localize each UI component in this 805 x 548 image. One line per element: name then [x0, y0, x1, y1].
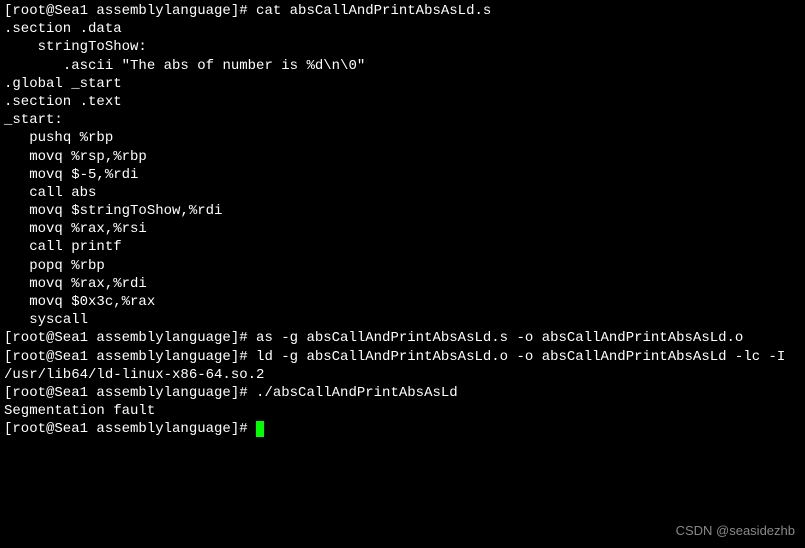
- terminal-output[interactable]: [root@Sea1 assemblylanguage]# cat absCal…: [4, 2, 801, 439]
- terminal-line: pushq %rbp: [4, 129, 801, 147]
- watermark: CSDN @seasidezhb: [676, 523, 795, 540]
- terminal-line: syscall: [4, 311, 801, 329]
- terminal-line: popq %rbp: [4, 257, 801, 275]
- terminal-line: .ascii "The abs of number is %d\n\0": [4, 57, 801, 75]
- terminal-line: _start:: [4, 111, 801, 129]
- terminal-line: [root@Sea1 assemblylanguage]# as -g absC…: [4, 329, 801, 347]
- terminal-line: Segmentation fault: [4, 402, 801, 420]
- terminal-line: movq $-5,%rdi: [4, 166, 801, 184]
- terminal-line: [root@Sea1 assemblylanguage]# cat absCal…: [4, 2, 801, 20]
- terminal-line: .section .text: [4, 93, 801, 111]
- terminal-line: [root@Sea1 assemblylanguage]# ./absCallA…: [4, 384, 801, 402]
- prompt-line[interactable]: [root@Sea1 assemblylanguage]#: [4, 420, 801, 438]
- terminal-line: [root@Sea1 assemblylanguage]# ld -g absC…: [4, 348, 801, 384]
- cursor-icon: [256, 421, 264, 437]
- prompt-text: [root@Sea1 assemblylanguage]#: [4, 421, 256, 437]
- terminal-line: movq $0x3c,%rax: [4, 293, 801, 311]
- terminal-line: movq %rsp,%rbp: [4, 148, 801, 166]
- terminal-line: movq $stringToShow,%rdi: [4, 202, 801, 220]
- terminal-line: stringToShow:: [4, 38, 801, 56]
- terminal-line: .global _start: [4, 75, 801, 93]
- terminal-line: movq %rax,%rsi: [4, 220, 801, 238]
- terminal-line: call printf: [4, 238, 801, 256]
- terminal-line: movq %rax,%rdi: [4, 275, 801, 293]
- terminal-line: .section .data: [4, 20, 801, 38]
- terminal-line: call abs: [4, 184, 801, 202]
